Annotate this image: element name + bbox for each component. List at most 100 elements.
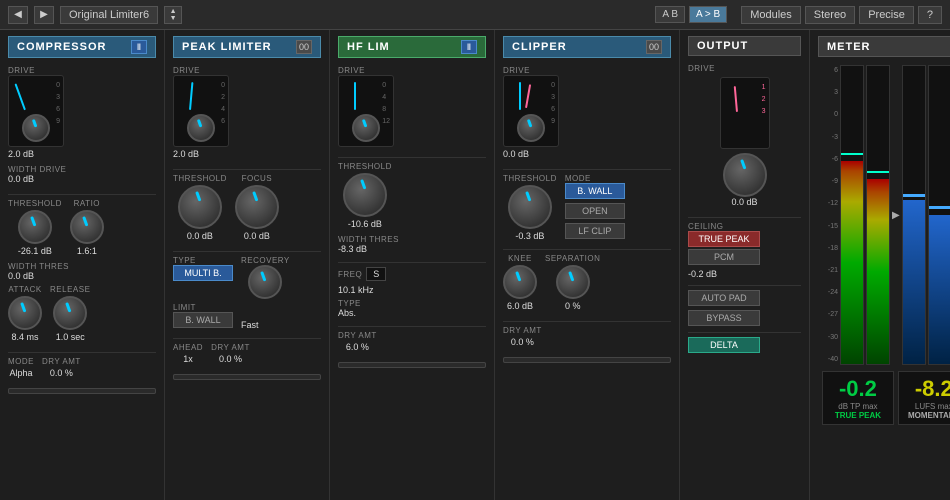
clipper-drive-label: DRIVE [503,66,559,75]
meter-scale-3: 3 [822,89,838,96]
output-drive-knob[interactable] [723,153,767,197]
preset-title: Original Limiter6 [60,6,158,24]
peak-threshold-knob[interactable] [178,185,222,229]
ab-a-button[interactable]: A B [655,6,685,23]
clipper-dry-row: DRY AMT 0.0 % [503,326,671,347]
peak-bottom-row: AHEAD 1x DRY AMT 0.0 % [173,343,321,364]
comp-threshold-label: THRESHOLD [8,199,62,208]
comp-release-knob[interactable] [53,296,87,330]
comp-dry-amt-label: DRY AMT [42,357,81,366]
stereo-button[interactable]: Stereo [805,6,855,24]
output-delta-button[interactable]: DELTA [688,337,760,353]
output-pcm-button[interactable]: PCM [688,249,760,265]
ab-b-button[interactable]: A > B [689,6,727,23]
clipper-scrollbar[interactable] [503,357,671,363]
lufs-readout: -8.2 LUFS max MOMENTARY [898,371,950,425]
peak-limit-bwall-button[interactable]: B. WALL [173,312,233,328]
meter-scale-n12: -12 [822,200,838,207]
clipper-dry-amt-label: DRY AMT [503,326,542,335]
comp-attack-knob[interactable] [8,296,42,330]
peak-focus-knob[interactable] [235,185,279,229]
back-button[interactable]: ◀ [8,6,28,24]
output-bypass-button[interactable]: BYPASS [688,310,760,326]
comp-threshold-knob[interactable] [18,210,52,244]
hflim-threshold-row: THRESHOLD -10.6 dB [338,162,486,229]
output-drive-value: 0.0 dB [688,197,801,207]
hflim-scrollbar[interactable] [338,362,486,368]
clipper-module: CLIPPER 00 DRIVE 0369 [495,30,680,500]
comp-attack-label: ATTACK [8,285,41,294]
peak-ahead-label: AHEAD [173,343,203,352]
clipper-separation-knob[interactable] [556,265,590,299]
peak-type-multib-button[interactable]: MULTI B. [173,265,233,281]
compressor-toggle[interactable]: Ⅱ [131,40,147,54]
hflim-drive-label: DRIVE [338,66,394,75]
peak-ahead-value: 1x [183,354,193,364]
clipper-title: CLIPPER [512,41,567,53]
peak-recovery-knob[interactable] [248,265,282,299]
hflim-toggle[interactable]: Ⅱ [461,40,477,54]
clipper-toggle[interactable]: 00 [646,40,662,54]
clipper-knee-row: KNEE 6.0 dB SEPARATION 0 % [503,254,671,311]
meter-bar-right-1 [902,65,926,365]
comp-release-label: RELEASE [50,285,90,294]
meter-bar-left-2 [866,65,890,365]
comp-width-drive-value: 0.0 dB [8,174,156,184]
output-module: OUTPUT DRIVE 123 0.0 dB CEILING TRUE PEA… [680,30,810,500]
clipper-knee-knob[interactable] [503,265,537,299]
clipper-mode-bwall[interactable]: B. WALL [565,183,625,199]
top-bar-right: Modules Stereo Precise ? [741,6,942,24]
hflim-title: HF LIM [347,41,390,53]
output-auto-pad-button[interactable]: AUTO PAD [688,290,760,306]
help-button[interactable]: ? [918,6,942,24]
hflim-header: HF LIM Ⅱ [338,36,486,58]
meter-scale-n30: -30 [822,334,838,341]
clipper-mode-open[interactable]: OPEN [565,203,625,219]
peak-limiter-title: PEAK LIMITER [182,41,272,53]
output-ceiling-value: -0.2 dB [688,269,801,279]
peak-drive-label: DRIVE [173,66,229,75]
comp-width-drive-label: WIDTH DRIVE [8,165,156,174]
meter-bar-left-1 [840,65,864,365]
hflim-width-thres-label: WIDTH THRES [338,235,486,244]
hflim-threshold-label: THRESHOLD [338,162,392,171]
peak-scrollbar[interactable] [173,374,321,380]
peak-threshold-value: 0.0 dB [187,231,213,241]
preset-arrows[interactable]: ▲ ▼ [164,6,182,24]
meter-title: METER [827,41,871,53]
clipper-separation-label: SEPARATION [545,254,600,263]
output-ceiling-label: CEILING [688,222,801,231]
output-header: OUTPUT [688,36,801,56]
peak-limiter-toggle[interactable]: 00 [296,40,312,54]
comp-mode-row: MODE Alpha DRY AMT 0.0 % [8,357,156,378]
ab-buttons: A B A > B [655,6,727,23]
peak-recovery-label: RECOVERY [241,256,290,265]
hflim-freq-label: FREQ [338,270,362,279]
comp-drive-value: 2.0 dB [8,149,156,159]
hflim-threshold-knob[interactable] [343,173,387,217]
meter-scale-n40: -40 [822,356,838,363]
clipper-drive-display: 0369 [503,75,559,147]
comp-scrollbar[interactable] [8,388,156,394]
comp-ratio-knob[interactable] [70,210,104,244]
peak-limiter-module: PEAK LIMITER 00 DRIVE 0246 2. [165,30,330,500]
compressor-title: COMPRESSOR [17,41,106,53]
output-ceiling-mode[interactable]: TRUE PEAK [688,231,760,247]
clipper-dry-amt-value: 0.0 % [511,337,534,347]
modules-button[interactable]: Modules [741,6,801,24]
precise-button[interactable]: Precise [859,6,914,24]
clipper-mode-lfclip[interactable]: LF CLIP [565,223,625,239]
peak-focus-value: 0.0 dB [244,231,270,241]
hflim-dry-amt-label: DRY AMT [338,331,377,340]
clipper-separation-value: 0 % [565,301,581,311]
comp-drive-label: DRIVE [8,66,156,75]
clipper-threshold-knob[interactable] [508,185,552,229]
comp-width-thres-label: WIDTH THRES [8,262,156,271]
peak-type-label: TYPE [173,256,233,265]
meter-scale-n9: -9 [822,178,838,185]
comp-threshold-value: -26.1 dB [18,246,52,256]
comp-release-value: 1.0 sec [56,332,85,342]
forward-button[interactable]: ▶ [34,6,54,24]
hflim-freq-input[interactable] [366,267,386,281]
meter-scale-n24: -24 [822,289,838,296]
